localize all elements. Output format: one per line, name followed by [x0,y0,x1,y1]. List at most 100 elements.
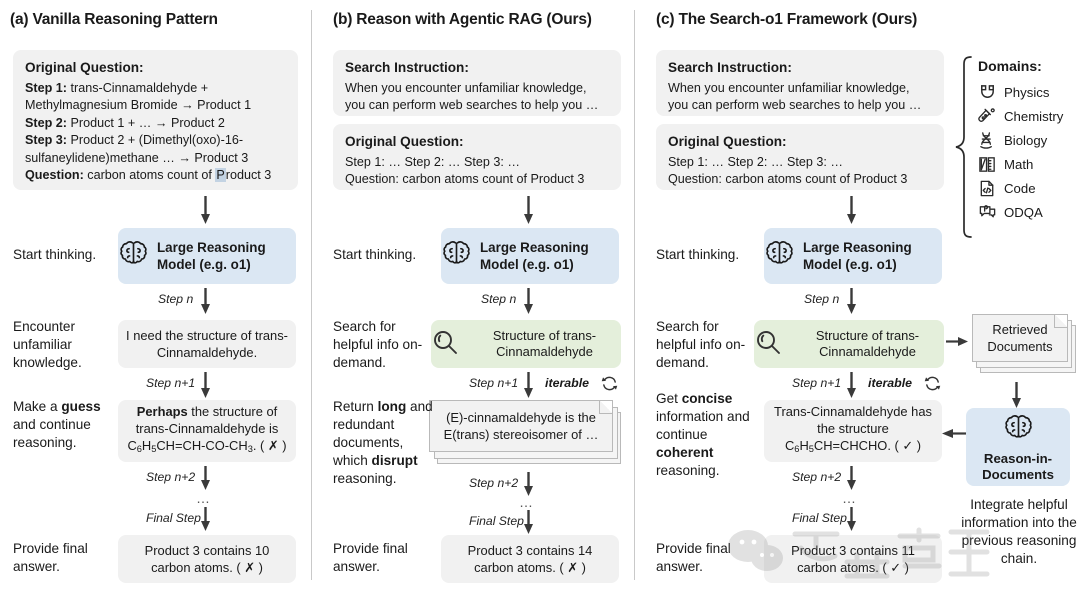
domain-label-math: Math [1004,156,1034,172]
physics-icon [978,83,997,102]
panel-c-search-instruction-box: Search Instruction: When you encounter u… [656,50,944,116]
panel-b-arrow-3 [523,372,534,398]
panel-a-model-box: Large Reasoning Model (e.g. o1) [118,228,296,284]
panel-c-reason-in-documents-label: Reason-in-Documents [982,450,1054,482]
panel-a-question-line: Question: carbon atoms count of Product … [25,168,272,182]
domains-list: Domains: Physics Chemistry Biology Math … [978,58,1078,224]
panel-c-instruction-line-2: you can perform web searches to help you… [668,98,922,112]
refresh-cycle-icon [923,374,942,398]
panel-c-arrow-reason-to-refined [942,428,966,439]
chemistry-icon [978,107,997,126]
panel-b-documents-stack: (E)-cinnamaldehyde is the E(trans) stere… [429,400,621,470]
refresh-cycle-icon [600,374,619,398]
panel-b-search-instruction-box: Search Instruction: When you encounter u… [333,50,621,116]
panel-a-arrow-1 [200,196,211,224]
biology-icon [978,131,997,150]
panel-b-title: (b) Reason with Agentic RAG (Ours) [333,11,592,28]
panel-c-title: (c) The Search-o1 Framework (Ours) [656,11,918,28]
panel-a-step-label-n1: Step n+1 [146,376,196,390]
panel-c-question-line-2: Question: carbon atoms count of Product … [668,172,908,186]
panel-c-arrow-to-docs [946,336,968,347]
panel-a-step3: Step 3: Product 2 + (Dimethyl(oxo)-16-su… [25,133,249,165]
panel-a-arrow-4 [200,466,211,490]
panel-a-thought-2-text: Perhaps the structure of trans-Cinnamald… [127,404,287,455]
panel-a-original-question-box: Original Question: Step 1: trans-Cinnama… [13,50,298,190]
panel-a-arrow-5 [200,507,211,531]
domain-label-chemistry: Chemistry [1004,108,1064,124]
panel-b-note-search: Search for helpful info on-demand. [333,319,423,370]
panel-c-instruction-header: Search Instruction: [668,60,792,75]
panel-a-answer-box: Product 3 contains 10 carbon atoms. ( ✗ … [118,535,296,583]
panel-b-answer-box: Product 3 contains 14 carbon atoms. ( ✗ … [441,535,619,583]
panel-c-arrow-1 [846,196,857,224]
panel-b-original-question-box: Original Question: Step 1: … Step 2: … S… [333,124,621,190]
domain-label-physics: Physics [1004,84,1050,100]
panel-b-search-query-text: Structure of trans-Cinnamaldehyde [492,327,597,360]
panel-a-note-guess: Make a guess and continue reasoning. [13,399,101,450]
panel-c-search-query-box: Structure of trans-Cinnamaldehyde [754,320,944,368]
panel-a-arrow-3 [200,372,211,398]
panel-a-note-encounter: Encounter unfamiliar knowledge. [13,319,82,370]
panel-divider-2 [634,10,635,580]
panel-a-question-highlight: P [215,168,226,182]
odqa-icon [978,203,997,222]
panel-b-arrow-4 [523,472,534,496]
panel-c-model-label: Large Reasoning Model (e.g. o1) [803,240,912,272]
panel-b-iterable-label: iterable [545,376,590,390]
panel-b-note-final: Provide final answer. [333,541,408,574]
panel-b-instruction-header: Search Instruction: [345,60,469,75]
panel-c-question-header: Original Question: [668,134,787,149]
panel-a: (a) Vanilla Reasoning Pattern Original Q… [0,0,311,595]
panel-a-model-label: Large Reasoning Model (e.g. o1) [157,240,266,272]
panel-b-search-query-box: Structure of trans-Cinnamaldehyde [431,320,621,368]
panel-c-retrieved-docs-front: Retrieved Documents [972,314,1068,362]
panel-a-step2: Step 2: Product 1 + … → Product 2 [25,115,225,130]
domain-label-biology: Biology [1004,132,1048,148]
panel-b-arrow-1 [523,196,534,224]
domain-item-physics: Physics [978,80,1078,104]
panel-divider-1 [311,10,312,580]
panel-c-note-start: Start thinking. [656,247,740,262]
domain-item-odqa: ODQA [978,200,1078,224]
panel-c-iterable-label: iterable [868,376,913,390]
panel-a-step-label-n2: Step n+2 [146,470,196,484]
domains-title: Domains: [978,58,1042,74]
page-fold-icon [599,401,612,414]
panel-c-arrow-3 [846,372,857,398]
panel-b-question-line-2: Question: carbon atoms count of Product … [345,172,585,186]
panel-a-thought-box-2: Perhaps the structure of trans-Cinnamald… [118,400,296,462]
panel-a-question-header: Original Question: [25,60,144,75]
panel-a-step1: Step 1: trans-Cinnamaldehyde + Methylmag… [25,80,252,113]
panel-a-note-final: Provide final answer. [13,541,88,574]
panel-b-arrow-5 [523,510,534,534]
panel-b-step-label-final: Final Step [469,514,524,528]
panel-a-thought-box-1: I need the structure of trans-Cinnamalde… [118,320,296,368]
panel-b-documents-text: (E)-cinnamaldehyde is the E(trans) stere… [443,410,599,442]
panel-c-step-label-n1: Step n+1 [792,376,842,390]
brain-icon [764,238,795,274]
panel-c-step-label-n: Step n [804,292,840,306]
panel-b-step-label-n: Step n [481,292,517,306]
panel-a-title: (a) Vanilla Reasoning Pattern [10,11,218,28]
panel-b-documents-front: (E)-cinnamaldehyde is the E(trans) stere… [429,400,613,452]
panel-b-instruction-line-2: you can perform web searches to help you… [345,98,599,112]
panel-b-note-start: Start thinking. [333,247,417,262]
panel-c-note-get: Get concise information and continue coh… [656,391,750,478]
panel-b-arrow-2 [523,288,534,314]
domain-item-biology: Biology [978,128,1078,152]
panel-c-refined-text: Trans-Cinnamaldehyde has the structure C… [774,404,932,455]
brain-icon [1003,412,1034,448]
panel-c-note-search: Search for helpful info on-demand. [656,319,746,370]
brain-icon [441,238,472,274]
panel-c-step-label-n2: Step n+2 [792,470,842,484]
panel-b-note-return: Return long and redundant documents, whi… [333,399,433,486]
panel-c-ellipsis: … [842,490,858,506]
panel-c-answer-box: Product 3 contains 11 carbon atoms. ( ✓ … [764,535,942,583]
domain-item-math: Math [978,152,1078,176]
panel-c-step-label-final: Final Step [792,511,847,525]
panel-b-step-label-n2: Step n+2 [469,476,519,490]
domain-item-chemistry: Chemistry [978,104,1078,128]
domains-brace [953,55,975,240]
panel-c-arrow-docs-to-reason [1011,382,1022,408]
panel-c-instruction-line-1: When you encounter unfamiliar knowledge, [668,80,910,95]
